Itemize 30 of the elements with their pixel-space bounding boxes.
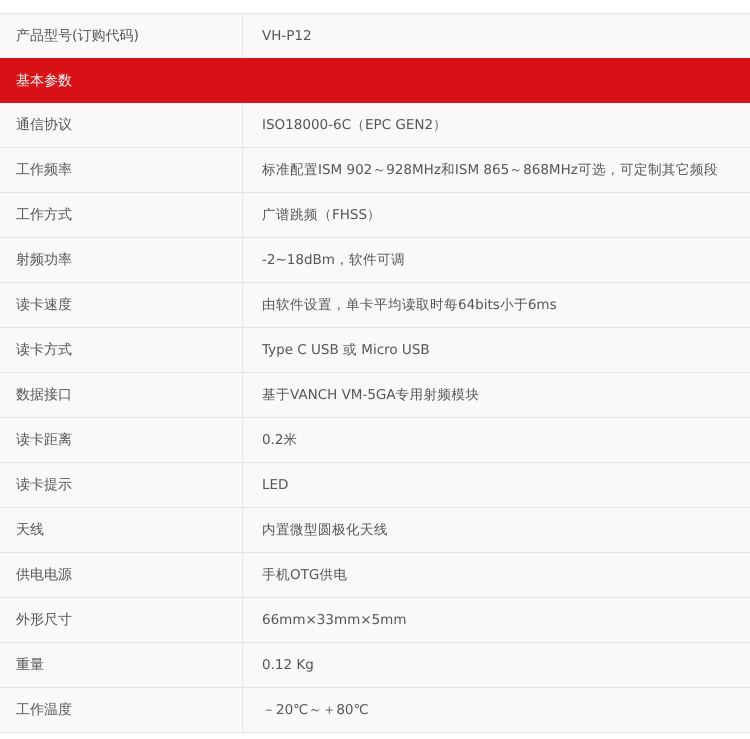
parameter-value: 内置微型圆极化天线 (261, 521, 389, 540)
parameter-label: 读卡速度 (0, 283, 243, 327)
section-title: 基本参数 (15, 72, 72, 90)
parameter-label: 外形尺寸 (0, 598, 243, 642)
parameter-value: VH-P12 (261, 27, 313, 46)
parameter-value: Type C USB 或 Micro USB (261, 341, 431, 360)
parameter-label: 工作方式 (0, 193, 243, 237)
parameter-label: 工作频率 (0, 148, 243, 192)
parameter-value: 0.2米 (261, 431, 298, 450)
parameter-value: LED (261, 476, 290, 495)
parameter-value: 66mm×33mm×5mm (261, 611, 408, 630)
parameter-label: 重量 (0, 643, 243, 687)
parameter-label: 天线 (0, 508, 243, 552)
parameter-value: ISO18000-6C（EPC GEN2） (261, 116, 448, 135)
parameter-value: 广谱跳频（FHSS） (261, 206, 382, 225)
parameter-value: -2~18dBm，软件可调 (261, 251, 406, 270)
parameter-label: 工作温度 (0, 688, 243, 732)
parameter-label: 供电电源 (0, 553, 243, 597)
parameter-label: 射频功率 (0, 238, 243, 282)
parameter-label: 通信协议 (0, 103, 243, 147)
parameter-value: 标准配置ISM 902～928MHz和ISM 865～868MHz可选，可定制其它频段 (261, 161, 719, 180)
parameter-label: 读卡方式 (0, 328, 243, 372)
parameter-label: 读卡距离 (0, 418, 243, 462)
parameter-value: 手机OTG供电 (261, 566, 348, 585)
parameter-value: 由软件设置，单卡平均读取时每64bits小于6ms (261, 296, 558, 315)
parameter-label: 读卡提示 (0, 463, 243, 507)
parameter-value: －20℃～＋80℃ (261, 701, 370, 720)
parameter-value: 0.12 Kg (261, 656, 315, 675)
parameter-label: 数据接口 (0, 373, 243, 417)
parameter-value: 基于VANCH VM-5GA专用射频模块 (261, 386, 481, 405)
